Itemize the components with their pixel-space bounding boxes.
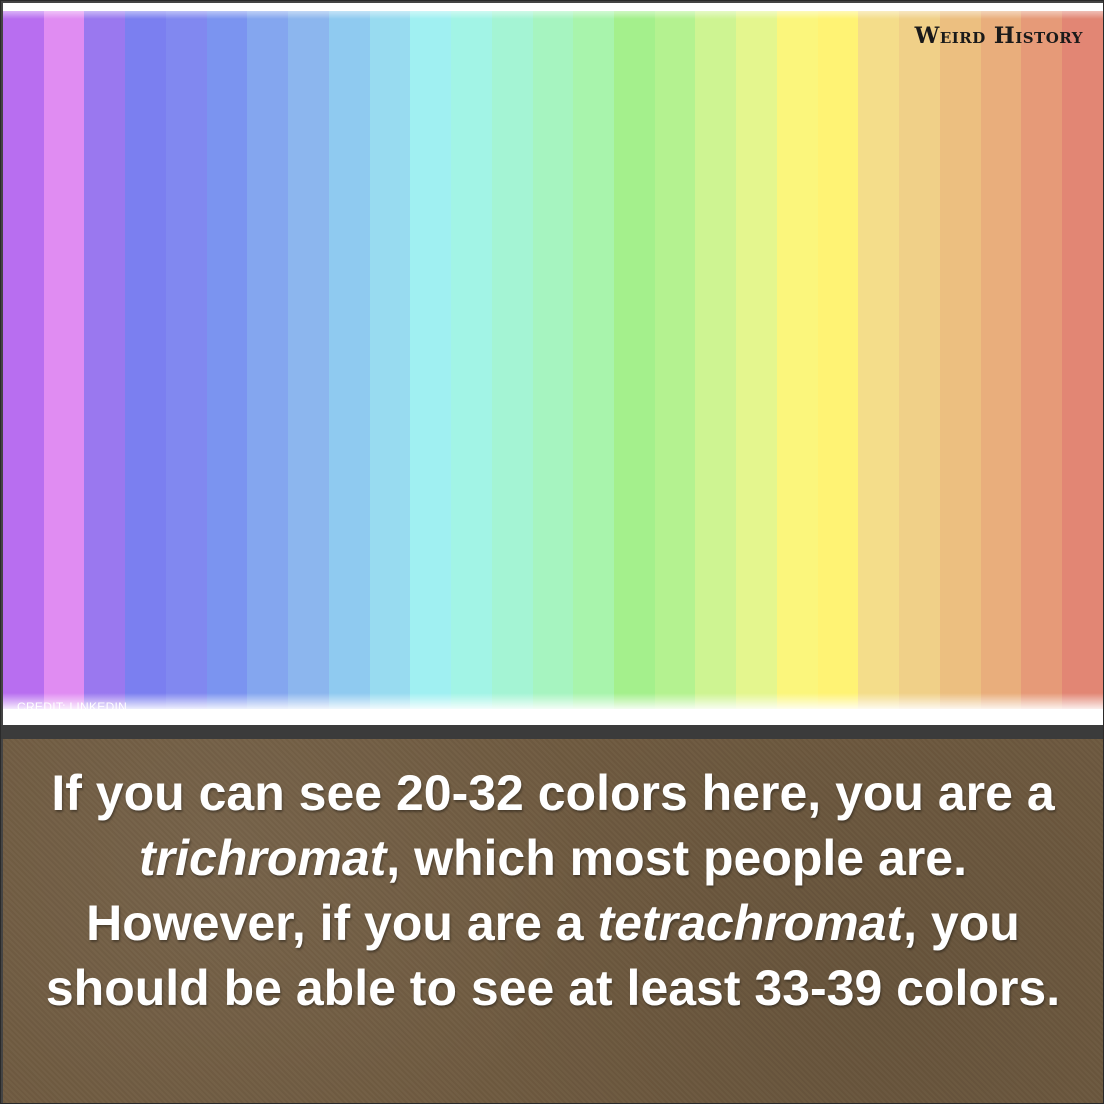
color-stripe [858,11,900,709]
color-stripe [369,11,411,709]
color-stripe [328,11,370,709]
color-stripe [776,11,818,709]
color-stripe [817,11,859,709]
color-stripe [980,11,1022,709]
color-stripe [573,11,615,709]
color-stripe [491,11,533,709]
brand-logo: Weird History [914,23,1083,49]
image-credit: CREDIT: LINKEDIN [17,700,128,714]
color-stripe [532,11,574,709]
color-stripe [451,11,492,709]
color-stripe [614,11,655,709]
caption-emphasis-tetrachromat: tetrachromat [597,895,904,951]
color-stripe [247,11,289,709]
color-spectrum-panel: Weird History CREDIT: LINKEDIN [3,3,1103,725]
caption-emphasis-trichromat: trichromat [139,830,387,886]
color-stripe [654,11,696,709]
caption-part-1: If you can see 20-32 colors here, you ar… [51,765,1055,821]
color-stripe [410,11,452,709]
color-stripe [206,11,248,709]
color-stripe [288,11,329,709]
color-stripe [736,11,777,709]
color-stripes [3,11,1103,709]
color-stripe [3,11,44,709]
color-stripe [695,11,737,709]
infographic: Weird History CREDIT: LINKEDIN If you ca… [0,0,1104,1104]
color-stripe [1062,11,1103,709]
color-stripe [43,11,85,709]
color-stripe [165,11,207,709]
color-stripe [1021,11,1063,709]
color-stripe [939,11,981,709]
caption-panel: If you can see 20-32 colors here, you ar… [3,739,1103,1103]
caption-text: If you can see 20-32 colors here, you ar… [33,761,1073,1021]
color-stripe [84,11,126,709]
color-stripe [125,11,166,709]
divider [1,725,1103,739]
color-stripe [899,11,940,709]
